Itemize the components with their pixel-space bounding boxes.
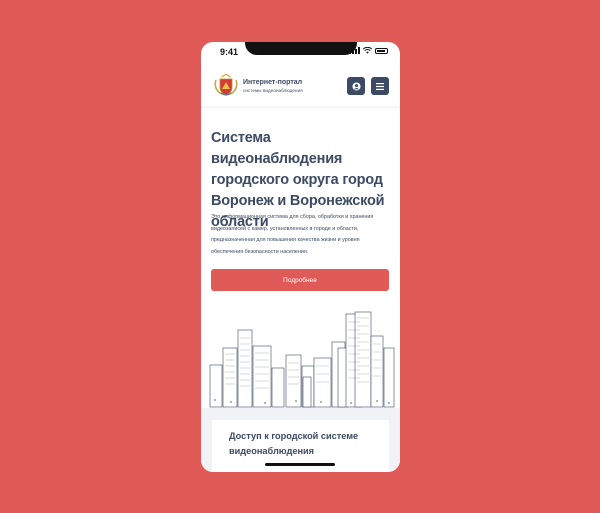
hamburger-menu-icon: [376, 82, 384, 90]
hero-description: Это информационная система для сбора, об…: [211, 214, 374, 255]
status-icons: [349, 47, 388, 54]
access-section-title: Доступ к городской системе видеонаблюден…: [229, 431, 359, 456]
phone-notch: [245, 42, 357, 55]
wifi-icon: [363, 47, 372, 54]
battery-icon: [375, 47, 388, 54]
coat-of-arms-logo[interactable]: [213, 72, 239, 98]
menu-button[interactable]: [371, 77, 389, 95]
city-skyline-illustration: [209, 311, 395, 408]
user-circle-icon: [351, 81, 361, 91]
site-header: Интернет-портал системы видеонаблюдения: [201, 66, 400, 106]
phone-frame: 9:41 Интернет-портал системы видеонаблюд…: [201, 42, 400, 472]
more-button[interactable]: Подробнее: [211, 269, 389, 291]
user-button[interactable]: [347, 77, 365, 95]
portal-subtitle: системы видеонаблюдения: [243, 88, 303, 93]
status-time: 9:41: [220, 47, 239, 57]
signal-icon: [349, 47, 360, 54]
portal-title: Интернет-портал: [243, 79, 303, 86]
home-indicator: [265, 463, 335, 466]
